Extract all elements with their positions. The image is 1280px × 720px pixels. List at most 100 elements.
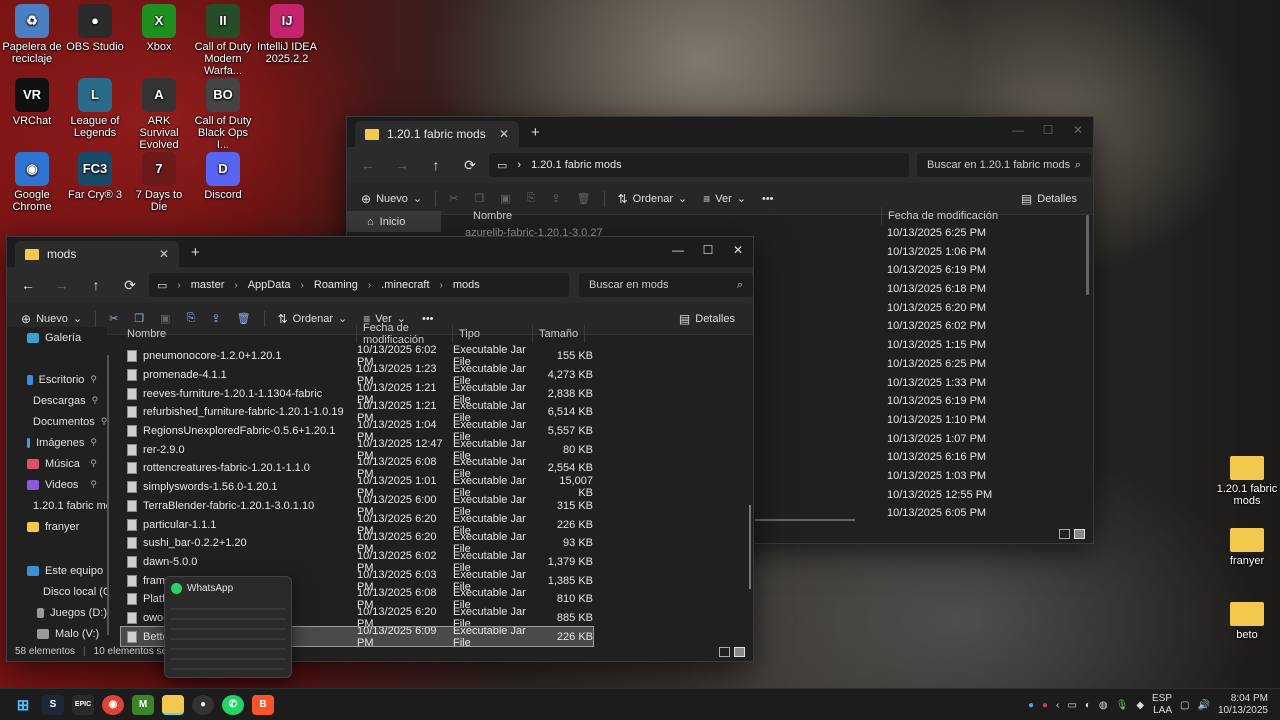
vertical-scrollbar[interactable] xyxy=(1086,215,1089,295)
sidebar-item[interactable]: Descargas ⚲ xyxy=(7,390,107,411)
sidebar-item[interactable]: Este equipo xyxy=(7,560,107,581)
column-header-name[interactable]: Nombre xyxy=(121,325,357,343)
rename-icon[interactable]: ⎘ xyxy=(181,312,202,325)
title-bar[interactable]: mods ✕ + — ☐ ✕ xyxy=(7,237,753,267)
forward-button[interactable]: → xyxy=(387,157,417,173)
tray-app-icon[interactable]: ● xyxy=(1042,700,1048,711)
show-hidden-icons-icon[interactable]: ‹ xyxy=(1056,700,1059,711)
desktop-icon[interactable]: BO Call of Duty Black Ops I... xyxy=(191,78,255,151)
details-view-icon[interactable] xyxy=(1059,529,1070,539)
up-button[interactable]: ↑ xyxy=(421,157,451,173)
sidebar-item[interactable]: Documentos ⚲ xyxy=(7,411,107,432)
sidebar-item[interactable]: Escritorio ⚲ xyxy=(7,369,107,390)
address-bar[interactable]: ▭ › master › AppData › Roaming › .minecraft › mod… xyxy=(149,273,569,297)
volume-icon[interactable]: 🔊 xyxy=(1197,700,1209,711)
column-header-size[interactable]: Tamaño xyxy=(533,325,585,343)
breadcrumb-item[interactable]: Roaming xyxy=(314,279,358,291)
new-button[interactable]: ⊕ Nuevo ⌄ xyxy=(15,312,88,326)
steam-tray-icon[interactable]: ◍ xyxy=(1099,700,1108,711)
sidebar-item[interactable]: Galería xyxy=(7,327,107,348)
sidebar-item[interactable]: Malo (V:) xyxy=(7,623,107,644)
brave-icon[interactable]: B xyxy=(252,694,274,715)
new-tab-button[interactable]: + xyxy=(191,244,200,261)
copy-icon[interactable]: ❐ xyxy=(128,312,150,325)
tab-fabric-mods[interactable]: 1.20.1 fabric mods ✕ xyxy=(355,121,519,147)
tab-mods[interactable]: mods ✕ xyxy=(15,241,179,267)
search-input[interactable]: Buscar en mods ⌕ xyxy=(579,273,753,297)
forward-button[interactable]: → xyxy=(47,277,77,293)
breadcrumb-current[interactable]: 1.20.1 fabric mods xyxy=(531,159,622,171)
desktop-icon[interactable]: ● OBS Studio xyxy=(63,4,127,53)
desktop-icon[interactable]: VR VRChat xyxy=(0,78,64,127)
delete-icon[interactable]: 🗑 xyxy=(571,192,597,205)
new-tab-button[interactable]: + xyxy=(531,124,540,141)
sidebar-item[interactable]: Videos ⚲ xyxy=(7,474,107,495)
delete-icon[interactable]: 🗑 xyxy=(231,312,257,325)
tiles-view-icon[interactable] xyxy=(1074,529,1085,539)
close-window-button[interactable]: ✕ xyxy=(723,237,753,263)
desktop-icon[interactable]: beto xyxy=(1215,596,1279,641)
sidebar-item[interactable]: 1.20.1 fabric mo xyxy=(7,495,107,516)
close-window-button[interactable]: ✕ xyxy=(1063,117,1093,143)
column-header-type[interactable]: Tipo xyxy=(453,325,533,343)
address-bar[interactable]: ▭ › 1.20.1 fabric mods xyxy=(489,153,909,177)
copy-icon[interactable]: ❐ xyxy=(468,192,490,205)
new-button[interactable]: ⊕ Nuevo ⌄ xyxy=(355,192,428,206)
breadcrumb-item[interactable]: master xyxy=(191,279,225,291)
nav-scrollbar[interactable] xyxy=(107,355,109,635)
title-bar[interactable]: 1.20.1 fabric mods ✕ + — ☐ ✕ xyxy=(347,117,1093,147)
breadcrumb-item[interactable]: AppData xyxy=(248,279,291,291)
language-indicator[interactable]: ESP LAA xyxy=(1152,693,1172,717)
sidebar-item[interactable]: Disco local (C: xyxy=(7,581,107,602)
tray-app-icon[interactable]: ▭ xyxy=(1067,700,1076,711)
sort-button[interactable]: ⇅ Ordenar ⌄ xyxy=(272,312,354,326)
share-icon[interactable]: ⇪ xyxy=(205,312,226,325)
desktop-icon[interactable]: X Xbox xyxy=(127,4,191,53)
network-icon[interactable]: ▢ xyxy=(1180,700,1189,711)
desktop-icon[interactable]: A ARK Survival Evolved xyxy=(127,78,191,151)
search-input[interactable]: Buscar en 1.20.1 fabric mods ⌕ xyxy=(917,153,1091,177)
desktop-icon[interactable]: L League of Legends xyxy=(63,78,127,139)
minimize-button[interactable]: — xyxy=(1003,117,1033,143)
minecraft-launcher-icon[interactable]: M xyxy=(132,694,154,715)
desktop-icon[interactable]: ♻ Papelera de reciclaje xyxy=(0,4,64,65)
paste-icon[interactable]: ▣ xyxy=(494,192,516,205)
cut-icon[interactable]: ✂ xyxy=(103,312,124,325)
desktop-icon[interactable]: IJ IntelliJ IDEA 2025.2.2 xyxy=(255,4,319,65)
minimize-button[interactable]: — xyxy=(663,237,693,263)
view-button[interactable]: ≡ Ver ⌄ xyxy=(697,192,752,206)
tray-app-icon[interactable]: ◐ xyxy=(1085,700,1091,711)
details-view-icon[interactable] xyxy=(719,647,730,657)
clock[interactable]: 8:04 PM 10/13/2025 xyxy=(1218,693,1268,717)
maximize-button[interactable]: ☐ xyxy=(693,237,723,263)
sidebar-item[interactable]: Música ⚲ xyxy=(7,453,107,474)
tray-app-icon[interactable]: ● xyxy=(1028,700,1034,711)
up-button[interactable]: ↑ xyxy=(81,277,111,293)
desktop-icon[interactable]: franyer xyxy=(1215,522,1279,567)
chrome-icon[interactable]: ◉ xyxy=(102,694,124,715)
rename-icon[interactable]: ⎘ xyxy=(521,192,542,205)
microphone-icon[interactable]: 🎙 xyxy=(1116,700,1129,711)
share-icon[interactable]: ⇪ xyxy=(545,192,566,205)
back-button[interactable]: ← xyxy=(353,157,383,173)
column-header-date[interactable]: Fecha de modificación xyxy=(881,207,1081,225)
more-options-icon[interactable]: ••• xyxy=(756,193,780,205)
column-header-date[interactable]: Fecha de modificación xyxy=(357,322,453,346)
back-button[interactable]: ← xyxy=(13,277,43,293)
desktop-icon[interactable]: FC3 Far Cry® 3 xyxy=(63,152,127,201)
file-explorer-icon[interactable] xyxy=(162,694,184,715)
refresh-button[interactable]: ⟳ xyxy=(455,157,485,174)
desktop-icon[interactable]: II Call of Duty Modern Warfa... xyxy=(191,4,255,77)
sidebar-item-home[interactable]: ⌂ Inicio xyxy=(347,211,441,232)
tiles-view-icon[interactable] xyxy=(734,647,745,657)
sidebar-item[interactable]: franyer xyxy=(7,516,107,537)
breadcrumb-item[interactable]: .minecraft xyxy=(381,279,429,291)
paste-icon[interactable]: ▣ xyxy=(154,312,176,325)
whatsapp-icon[interactable]: ✆ xyxy=(222,694,244,715)
sidebar-item[interactable]: Imágenes ⚲ xyxy=(7,432,107,453)
column-header-name[interactable]: Nombre xyxy=(467,207,877,225)
start-button[interactable]: ⊞ xyxy=(12,695,34,715)
desktop-icon[interactable]: D Discord xyxy=(191,152,255,201)
epic-games-icon[interactable]: EPIC xyxy=(72,694,94,715)
refresh-button[interactable]: ⟳ xyxy=(115,277,145,294)
